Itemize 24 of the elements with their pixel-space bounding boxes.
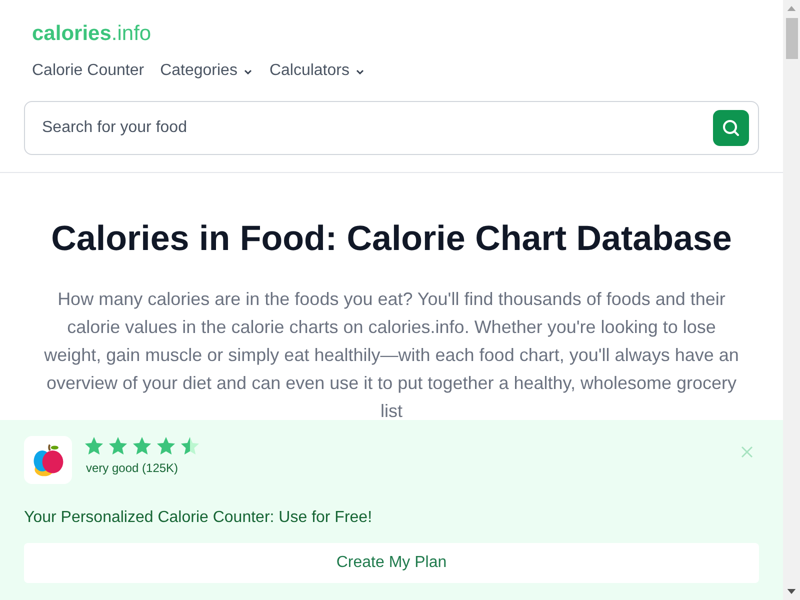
- scroll-up-icon[interactable]: [787, 6, 796, 11]
- nav-link[interactable]: Calorie Counter: [32, 62, 144, 80]
- rating-text: very good (125K): [86, 461, 180, 475]
- search-icon: [721, 118, 741, 138]
- star-icon: [156, 436, 176, 456]
- app-icon: [24, 436, 72, 484]
- nav-link[interactable]: Categories: [160, 62, 254, 80]
- star-icon: [180, 436, 200, 456]
- page-heading: Calories in Food: Calorie Chart Database: [50, 219, 733, 259]
- search-button[interactable]: [713, 110, 749, 146]
- star-icon: [132, 436, 152, 456]
- scroll-thumb[interactable]: [786, 18, 798, 59]
- search-input[interactable]: Search for your food: [40, 118, 713, 138]
- search-field[interactable]: Search for your food: [24, 101, 759, 155]
- banner-tagline: Your Personalized Calorie Counter: Use for Free!: [24, 509, 374, 527]
- star-icon: [108, 436, 128, 456]
- create-plan-button[interactable]: Create My Plan: [24, 543, 759, 583]
- intro-paragraph: How many calories are in the foods you eat? You'll find thousands of foods and their calorie values in the calorie charts on calories.info. Whether you're looking to lose weight, gain muscle or simply eat healthily—with each food chart, you'll always have an overview of your diet and can even use it to put together a healthy, wholesome grocery list: [43, 288, 740, 423]
- scroll-down-icon[interactable]: [787, 589, 796, 594]
- scrollbar[interactable]: [783, 0, 800, 600]
- close-icon: [741, 446, 753, 458]
- star-icon: [84, 436, 104, 456]
- nav-link[interactable]: Calculators: [269, 62, 366, 80]
- close-button[interactable]: [741, 446, 753, 458]
